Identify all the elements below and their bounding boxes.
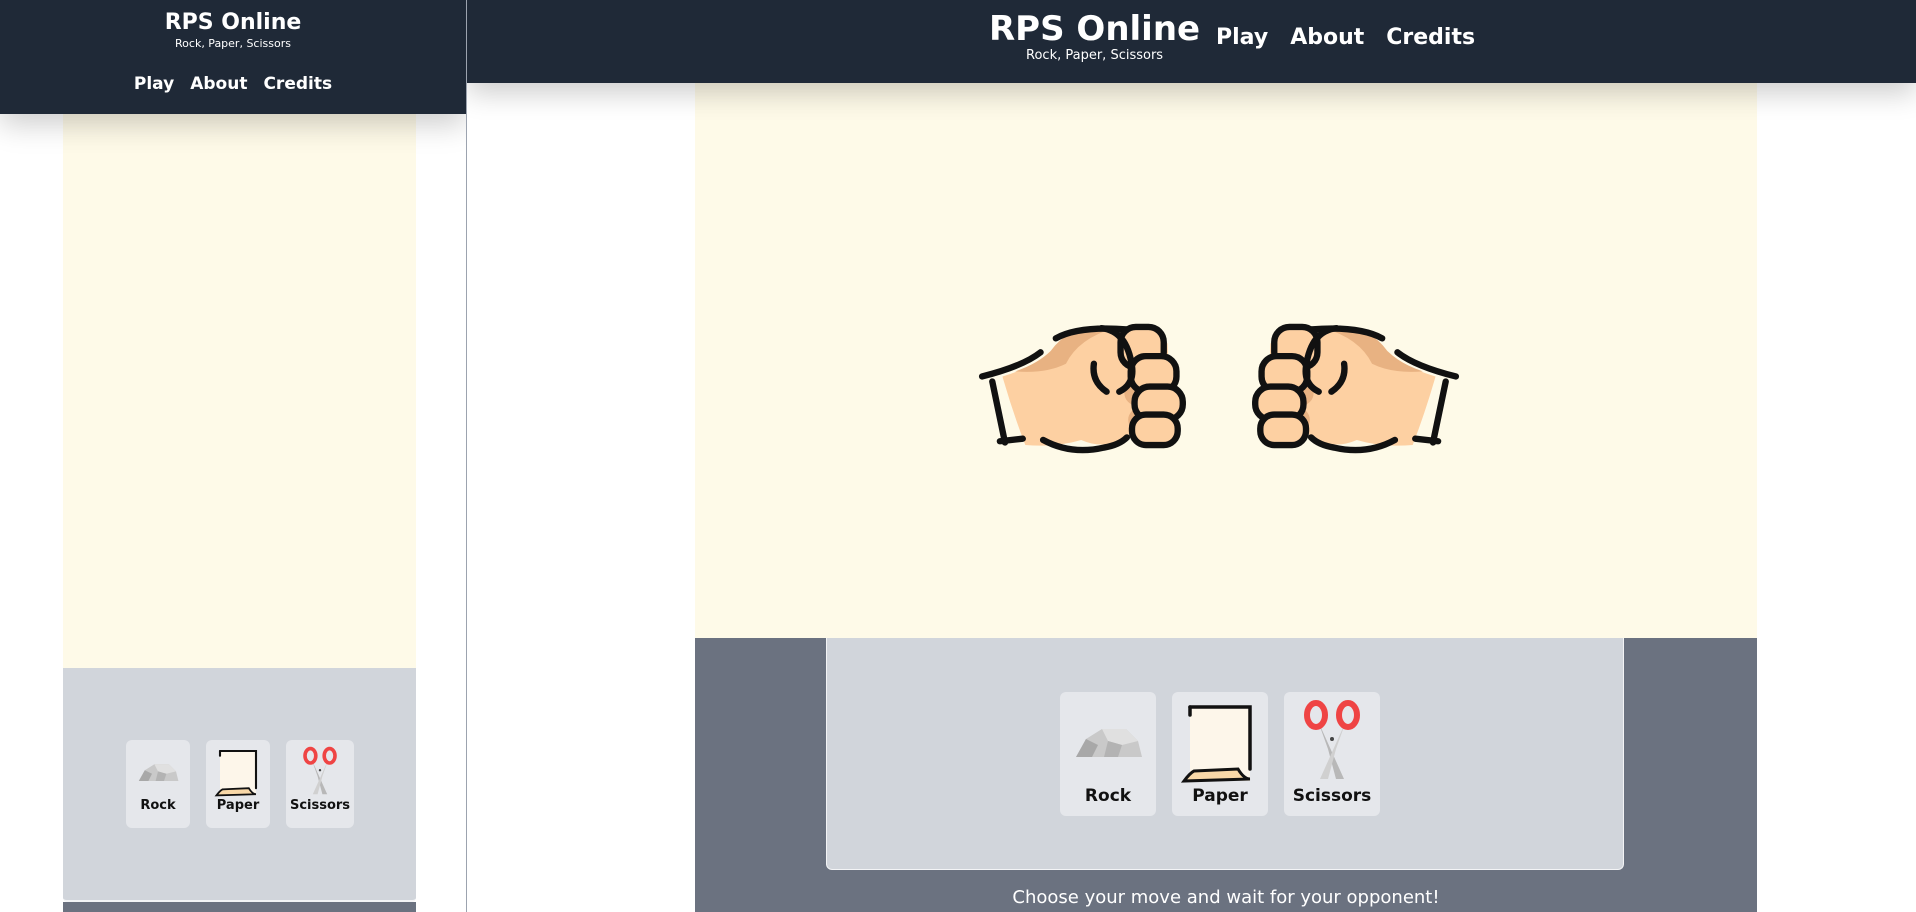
game-stage	[695, 83, 1757, 638]
site-header: RPS Online Rock, Paper, Scissors Play Ab…	[0, 0, 466, 114]
main-nav: Play About Credits	[1216, 24, 1475, 52]
brand-subtitle: Rock, Paper, Scissors	[1026, 48, 1164, 63]
move-choices: Rock Paper Scissors	[126, 740, 354, 828]
rock-icon	[1068, 699, 1148, 785]
move-panel: Rock Paper Scissors	[63, 668, 416, 902]
move-panel: Rock Paper Scissors	[826, 638, 1624, 870]
brand: RPS Online Rock, Paper, Scissors	[989, 9, 1200, 63]
scissors-icon	[296, 746, 344, 798]
rock-label: Rock	[140, 798, 176, 813]
player-fist-icon	[67, 436, 183, 552]
rock-icon	[134, 746, 182, 798]
scissors-label: Scissors	[1292, 786, 1372, 806]
nav-about-link[interactable]: About	[190, 73, 247, 95]
rock-label: Rock	[1084, 786, 1132, 806]
status-message: Choose your move and wait for your oppon…	[1012, 887, 1440, 908]
nav-play-link[interactable]: Play	[1216, 24, 1268, 52]
scissors-button[interactable]: Scissors	[1284, 692, 1380, 816]
site-header: RPS Online Rock, Paper, Scissors Play Ab…	[467, 0, 1916, 83]
paper-icon	[1180, 699, 1260, 785]
brand: RPS Online Rock, Paper, Scissors	[0, 9, 466, 51]
scissors-icon	[1292, 699, 1372, 785]
opponent-fist-icon	[298, 436, 414, 552]
footer-strip	[63, 902, 416, 912]
brand-title[interactable]: RPS Online	[989, 9, 1200, 49]
scissors-button[interactable]: Scissors	[286, 740, 354, 828]
desktop-viewport: RPS Online Rock, Paper, Scissors Play Ab…	[467, 0, 1916, 912]
move-choices: Rock Paper Scissors	[1060, 692, 1380, 816]
brand-subtitle: Rock, Paper, Scissors	[175, 37, 291, 50]
paper-label: Paper	[216, 798, 260, 813]
game-footer: Rock Paper Scissors Choose your move and…	[695, 638, 1757, 912]
nav-credits-link[interactable]: Credits	[1386, 24, 1475, 52]
paper-button[interactable]: Paper	[1172, 692, 1268, 816]
opponent-fist-icon	[1245, 285, 1461, 459]
scissors-label: Scissors	[289, 798, 351, 813]
nav-play-link[interactable]: Play	[134, 73, 174, 95]
paper-button[interactable]: Paper	[206, 740, 270, 828]
main-nav: Play About Credits	[0, 73, 466, 95]
player-fist-icon	[977, 285, 1193, 459]
nav-about-link[interactable]: About	[1290, 24, 1364, 52]
game-stage	[63, 114, 416, 668]
brand-title[interactable]: RPS Online	[0, 9, 466, 37]
nav-credits-link[interactable]: Credits	[263, 73, 332, 95]
paper-label: Paper	[1192, 786, 1248, 806]
paper-icon	[214, 746, 262, 798]
rock-button[interactable]: Rock	[1060, 692, 1156, 816]
rock-button[interactable]: Rock	[126, 740, 190, 828]
mobile-viewport: RPS Online Rock, Paper, Scissors Play Ab…	[0, 0, 466, 912]
